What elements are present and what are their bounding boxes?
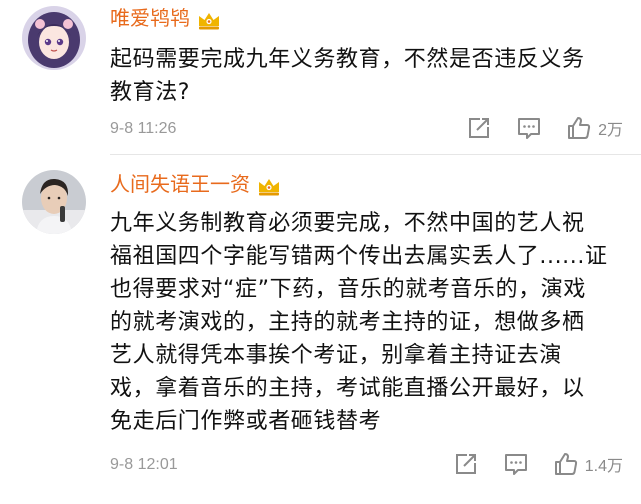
- timestamp: 9-8 12:01: [110, 456, 178, 473]
- avatar[interactable]: [22, 170, 86, 234]
- username[interactable]: 人间失语王一资: [110, 172, 282, 197]
- comment-text: 起码需要完成九年义务教育，不然是否违反义务 教育法?: [110, 47, 585, 105]
- comment-text: 九年义务制教育必须要完成，不然中国的艺人祝 福祖国四个字能写错两个传出去属实丢人…: [110, 211, 608, 434]
- comment-icon[interactable]: [503, 451, 529, 477]
- crown-badge-icon: [199, 12, 219, 29]
- like-count: 1.4万: [584, 458, 623, 475]
- comment-icon[interactable]: [516, 115, 542, 141]
- timestamp: 9-8 11:26: [110, 120, 177, 137]
- like-button[interactable]: 2万: [566, 115, 623, 141]
- comment-item: 唯爱鸨鸨 起码需要完成九年义务教育，不然是否违反义务 教育法? 9-8 11:2…: [0, 0, 641, 160]
- like-button[interactable]: 1.4万: [553, 451, 623, 477]
- comment-item: 人间失语王一资 九年义务制教育必须要完成，不然中国的艺人祝 福祖国四个字能写错两…: [0, 160, 641, 504]
- username[interactable]: 唯爱鸨鸨: [110, 6, 222, 31]
- share-icon[interactable]: [453, 451, 479, 477]
- share-icon[interactable]: [466, 115, 492, 141]
- username-text: 人间失语王一资: [110, 172, 250, 196]
- thumbs-up-icon: [568, 117, 591, 139]
- divider: [110, 154, 641, 155]
- man-portrait-avatar-icon: [22, 170, 86, 234]
- anime-girl-avatar-icon: [22, 6, 86, 70]
- comment-actions: 2万: [442, 114, 623, 142]
- avatar[interactable]: [22, 6, 86, 70]
- username-text: 唯爱鸨鸨: [110, 6, 190, 30]
- like-count: 2万: [598, 122, 623, 139]
- comment-actions: 1.4万: [429, 450, 623, 478]
- thumbs-up-icon: [554, 453, 577, 475]
- crown-badge-icon: [259, 178, 279, 195]
